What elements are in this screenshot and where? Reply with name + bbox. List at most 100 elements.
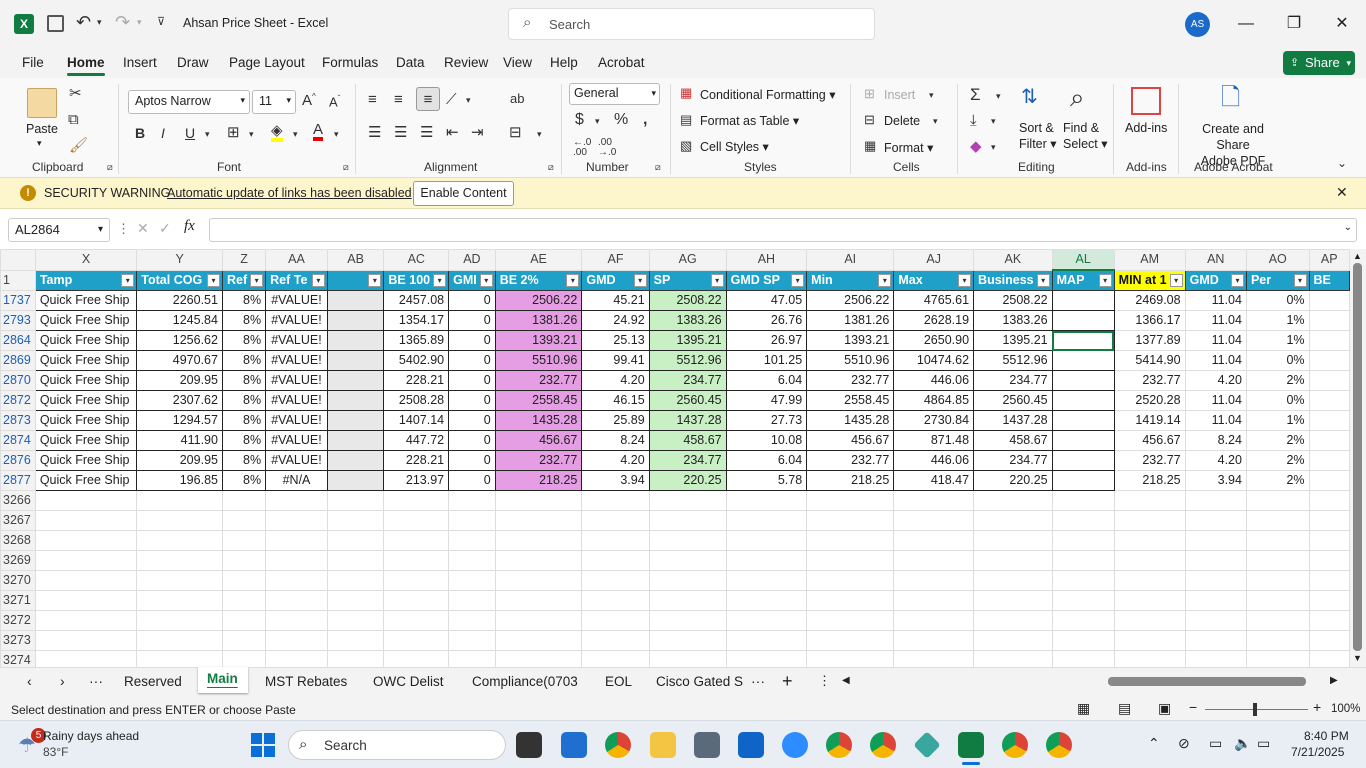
cell[interactable] xyxy=(1184,510,1247,531)
cell[interactable]: 2508.28 xyxy=(383,390,450,411)
cell[interactable]: 0% xyxy=(1245,390,1310,411)
cell[interactable]: 456.67 xyxy=(806,430,895,451)
menu-acrobat[interactable]: Acrobat xyxy=(598,55,645,70)
cell[interactable]: 1256.62 xyxy=(136,330,223,351)
row-header[interactable]: 3274 xyxy=(0,650,36,667)
cell[interactable]: 0% xyxy=(1245,350,1310,371)
cell[interactable] xyxy=(448,650,496,667)
cell[interactable] xyxy=(1245,550,1310,571)
cell[interactable]: 6.04 xyxy=(725,370,808,391)
cell[interactable] xyxy=(34,570,138,591)
cell[interactable] xyxy=(1051,630,1115,651)
cell[interactable]: 234.77 xyxy=(973,370,1053,391)
cell[interactable] xyxy=(806,490,895,511)
cell[interactable] xyxy=(1308,370,1350,391)
cell[interactable]: 2628.19 xyxy=(893,310,975,331)
cell[interactable] xyxy=(806,550,895,571)
cell[interactable] xyxy=(806,530,895,551)
cell[interactable]: 4970.67 xyxy=(136,350,223,371)
align-top-icon[interactable]: ≡ xyxy=(368,92,377,107)
cell[interactable] xyxy=(1113,510,1186,531)
cell[interactable] xyxy=(326,350,385,371)
more-sheets-icon[interactable]: ··· xyxy=(751,673,765,689)
cell[interactable] xyxy=(136,530,223,551)
underline-dropdown-icon[interactable]: ▾ xyxy=(205,130,210,139)
cell[interactable] xyxy=(1051,490,1115,511)
cell[interactable]: 2469.08 xyxy=(1113,290,1186,311)
cell[interactable]: 1393.21 xyxy=(494,330,583,351)
decrease-indent-icon[interactable]: ⇤ xyxy=(446,125,459,140)
cell[interactable]: 0 xyxy=(448,330,496,351)
cell[interactable] xyxy=(806,630,895,651)
column-header-ab[interactable]: AB xyxy=(326,249,385,271)
cell[interactable] xyxy=(648,530,727,551)
number-format-select[interactable]: General ▾ xyxy=(569,83,660,105)
zoom-app-icon[interactable] xyxy=(782,732,808,758)
cell[interactable] xyxy=(326,490,385,511)
cell[interactable]: 47.99 xyxy=(725,390,808,411)
cell[interactable] xyxy=(1245,490,1310,511)
cell[interactable] xyxy=(973,570,1053,591)
cell[interactable] xyxy=(581,550,650,571)
cell[interactable]: 1395.21 xyxy=(973,330,1053,351)
column-header-z[interactable]: Z xyxy=(221,249,267,271)
cell[interactable] xyxy=(648,550,727,571)
cell[interactable]: 1437.28 xyxy=(648,410,727,431)
delete-cells-icon[interactable]: ⊟ xyxy=(864,113,875,126)
cell[interactable] xyxy=(1051,470,1115,491)
chrome-icon[interactable] xyxy=(605,732,631,758)
cell[interactable]: 4.20 xyxy=(581,370,650,391)
cell[interactable] xyxy=(34,490,138,511)
cell[interactable] xyxy=(725,570,808,591)
row-header[interactable]: 1 xyxy=(0,269,36,291)
cell[interactable]: 46.15 xyxy=(581,390,650,411)
filter-dropdown-icon[interactable]: ▾ xyxy=(121,273,135,287)
cell[interactable]: #VALUE! xyxy=(265,410,328,431)
cell[interactable] xyxy=(1308,550,1350,571)
cell[interactable] xyxy=(221,570,267,591)
clipboard-launcher-icon[interactable]: ⧄ xyxy=(107,163,113,172)
cell[interactable]: 228.21 xyxy=(383,450,450,471)
cell[interactable] xyxy=(383,530,450,551)
cell[interactable]: 45.21 xyxy=(581,290,650,311)
minimize-button[interactable]: — xyxy=(1222,0,1270,48)
header-cell-aj[interactable]: Max ▾ xyxy=(893,269,975,291)
menu-insert[interactable]: Insert xyxy=(123,55,157,70)
cell[interactable]: 11.04 xyxy=(1184,350,1247,371)
cell[interactable] xyxy=(806,510,895,531)
zoom-in-icon[interactable]: + xyxy=(1313,699,1321,715)
cell[interactable]: 5.78 xyxy=(725,470,808,491)
cell[interactable] xyxy=(1308,510,1350,531)
filter-dropdown-icon[interactable]: ▾ xyxy=(1293,273,1307,287)
cell[interactable] xyxy=(326,610,385,631)
cell[interactable]: #VALUE! xyxy=(265,390,328,411)
cell[interactable] xyxy=(221,610,267,631)
cell[interactable]: 26.97 xyxy=(725,330,808,351)
cell[interactable]: 4.20 xyxy=(581,450,650,471)
tab-prev-icon[interactable]: ‹ xyxy=(27,673,32,689)
cell[interactable]: 1383.26 xyxy=(648,310,727,331)
cell[interactable] xyxy=(581,490,650,511)
cell[interactable]: 5402.90 xyxy=(383,350,450,371)
sort-filter-button[interactable]: Sort & Filter ▾ xyxy=(1019,120,1057,152)
borders-dropdown-icon[interactable]: ▾ xyxy=(249,130,254,139)
cell[interactable]: 871.48 xyxy=(893,430,975,451)
cell[interactable]: 232.77 xyxy=(1113,450,1186,471)
normal-view-icon[interactable]: ▦ xyxy=(1077,700,1090,717)
cell[interactable] xyxy=(1113,630,1186,651)
cell[interactable] xyxy=(581,650,650,667)
cell[interactable] xyxy=(383,550,450,571)
volume-icon[interactable]: 🔈 xyxy=(1234,735,1251,752)
fill-color-icon[interactable]: ◈ xyxy=(271,123,283,142)
avatar[interactable]: AS xyxy=(1185,12,1210,37)
column-header-an[interactable]: AN xyxy=(1184,249,1247,271)
cell[interactable] xyxy=(136,590,223,611)
cell[interactable]: 0 xyxy=(448,310,496,331)
cell[interactable]: Quick Free Ship xyxy=(34,470,138,491)
cell[interactable]: 218.25 xyxy=(494,470,583,491)
clear-dropdown-icon[interactable]: ▾ xyxy=(991,143,996,152)
cell[interactable] xyxy=(34,550,138,571)
cell[interactable] xyxy=(648,630,727,651)
cell[interactable] xyxy=(1051,290,1115,311)
cell[interactable] xyxy=(383,570,450,591)
